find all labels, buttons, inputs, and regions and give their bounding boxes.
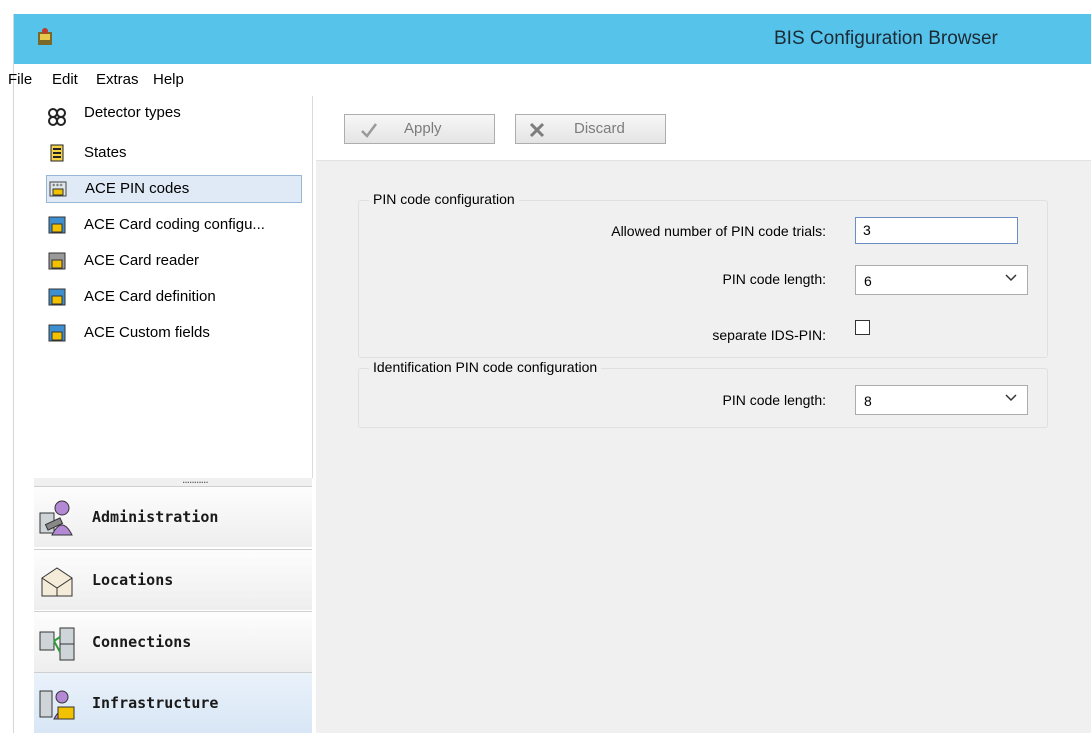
trials-label: Allowed number of PIN code trials: (611, 223, 826, 239)
detector-types-icon (48, 108, 66, 126)
close-icon (529, 122, 545, 138)
tree-item-detector-types[interactable]: Detector types (46, 104, 302, 132)
menu-extras[interactable]: Extras (96, 71, 139, 88)
separate-ids-pin-checkbox[interactable] (855, 320, 870, 335)
pin-length-label: PIN code length: (722, 271, 826, 287)
connections-icon (39, 627, 75, 661)
infrastructure-icon (39, 690, 75, 720)
tree-item-states[interactable]: States (46, 140, 302, 168)
discard-button[interactable]: Discard (515, 114, 666, 144)
tree-item-label: Detector types (84, 104, 181, 121)
checkmark-icon (361, 123, 377, 138)
tree-item-label: ACE Card definition (84, 288, 216, 305)
administration-icon (39, 500, 73, 536)
id-pin-length-select[interactable]: 8 (855, 385, 1028, 415)
identification-pin-configuration-group: Identification PIN code configuration PI… (358, 359, 1048, 428)
app-icon (38, 28, 52, 45)
nav-label: Administration (92, 508, 219, 526)
tree-item-ace-custom-fields[interactable]: ACE Custom fields (46, 320, 302, 348)
panel-splitter[interactable]: ........... (34, 472, 312, 486)
nav-infrastructure[interactable]: Infrastructure (34, 672, 312, 733)
tree-item-label: ACE Card reader (84, 252, 200, 269)
title-bar[interactable]: BIS Configuration Browser (14, 14, 1091, 64)
nav-locations[interactable]: Locations (34, 549, 312, 610)
pin-trials-input[interactable]: 3 (855, 217, 1018, 244)
states-icon (50, 144, 64, 162)
id-pin-length-value: 8 (864, 393, 872, 409)
nav-label: Connections (92, 633, 192, 651)
nav-label: Infrastructure (92, 694, 219, 712)
tree-item-ace-pin-codes[interactable]: *** ACE PIN codes (46, 175, 302, 203)
tree-item-ace-card-coding[interactable]: ACE Card coding configu... (46, 212, 302, 240)
menu-bar: File Edit Extras Help (8, 64, 1091, 94)
configuration-tree: Detector types States *** ACE PIN codes … (34, 96, 313, 478)
apply-label: Apply (404, 120, 442, 137)
group-title: PIN code configuration (369, 191, 519, 207)
ace-custom-fields-icon (48, 324, 66, 342)
tree-item-label: States (84, 144, 127, 161)
window-left-edge (0, 0, 14, 733)
tree-item-ace-card-definition[interactable]: ACE Card definition (46, 284, 302, 312)
nav-connections[interactable]: Connections (34, 611, 312, 672)
apply-button[interactable]: Apply (344, 114, 495, 144)
ace-card-reader-icon (48, 252, 66, 270)
nav-label: Locations (92, 571, 174, 589)
pin-length-value: 6 (864, 273, 872, 289)
tree-item-label: ACE Custom fields (84, 324, 210, 341)
menu-file[interactable]: File (8, 71, 32, 88)
pin-trials-value: 3 (863, 222, 871, 238)
ace-pin-codes-icon: *** (49, 181, 67, 197)
ids-pin-label: separate IDS-PIN: (712, 327, 826, 343)
group-title: Identification PIN code configuration (369, 359, 602, 375)
locations-icon (41, 567, 73, 597)
ace-card-definition-icon (48, 288, 66, 306)
window-title: BIS Configuration Browser (774, 28, 998, 49)
menu-help[interactable]: Help (153, 71, 184, 88)
tree-item-ace-card-reader[interactable]: ACE Card reader (46, 248, 302, 276)
chevron-down-icon (1005, 274, 1017, 282)
ace-card-coding-icon (48, 216, 66, 234)
pin-length-select[interactable]: 6 (855, 265, 1028, 295)
toolbar: Apply Discard (316, 96, 1091, 161)
splitter-grip: ........... (182, 472, 209, 486)
menu-edit[interactable]: Edit (52, 71, 78, 88)
svg-text:***: *** (52, 183, 63, 190)
id-pin-length-label: PIN code length: (722, 392, 826, 408)
chevron-down-icon (1005, 394, 1017, 402)
nav-administration[interactable]: Administration (34, 486, 312, 547)
tree-item-label: ACE PIN codes (85, 180, 190, 197)
tree-item-label: ACE Card coding configu... (84, 216, 265, 233)
window-border (13, 14, 14, 733)
discard-label: Discard (574, 120, 625, 137)
pin-code-configuration-group: PIN code configuration Allowed number of… (358, 191, 1048, 358)
